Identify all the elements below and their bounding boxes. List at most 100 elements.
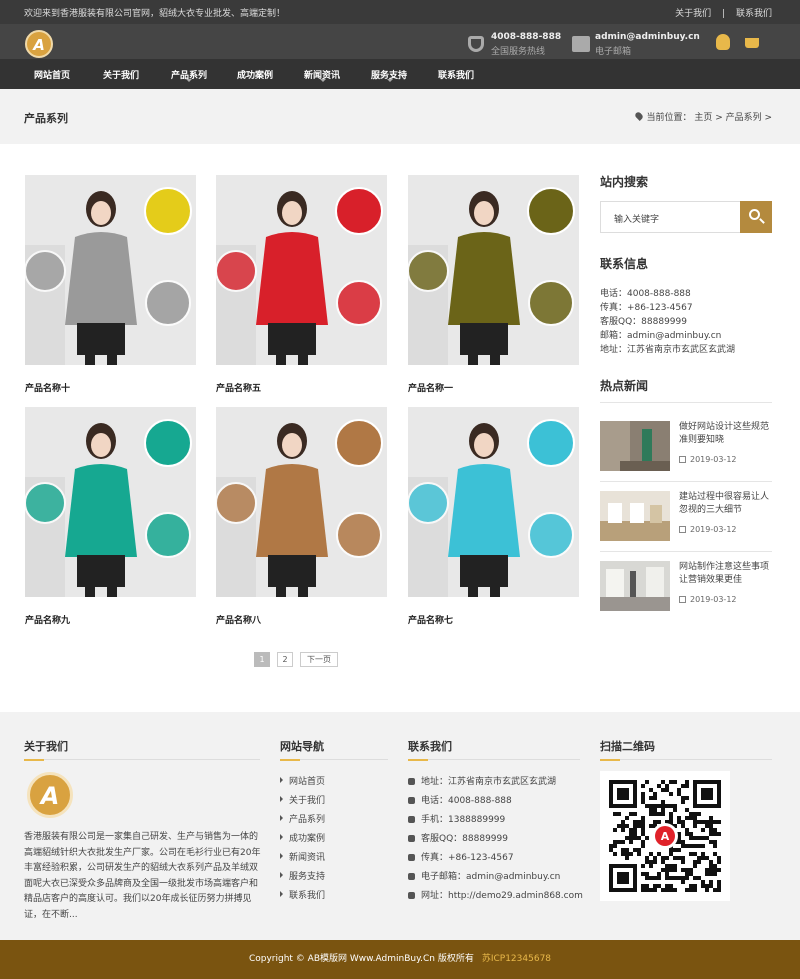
search-input[interactable]: 输入关键字 [614, 212, 659, 225]
welcome-text: 欢迎来到香港服装有限公司官网，貂绒大衣专业批发、高端定制！ [24, 9, 286, 19]
svg-text:A: A [661, 830, 670, 843]
map-marker-icon [408, 778, 415, 785]
footer-nav-label[interactable]: 产品系列 [289, 815, 325, 825]
arrow-right-icon [280, 796, 283, 802]
footer-about-line [44, 759, 260, 760]
footer-contact-text[interactable]: 电子邮箱：admin@adminbuy.cn [421, 872, 560, 882]
news-title[interactable]: 网站制作注意这些事项让营销效果更佳 [679, 561, 774, 587]
nav-service-caret-icon [387, 79, 393, 82]
calendar-icon [679, 596, 686, 603]
footer-about-title: 关于我们 [24, 740, 68, 753]
product-name[interactable]: 产品名称九 [25, 613, 70, 626]
calendar-icon [679, 456, 686, 463]
icp-link[interactable]: 苏ICP12345678 [482, 954, 551, 964]
product-image[interactable] [216, 407, 387, 597]
calendar-icon [679, 526, 686, 533]
footer-about-text: 香港服装有限公司是一家集自己研发、生产与销售为一体的高端貂绒针织大衣批发生产厂家… [24, 832, 261, 920]
footer-nav-label[interactable]: 关于我们 [289, 796, 325, 806]
footer-nav-item[interactable]: 成功案例 [280, 831, 325, 844]
product-image[interactable] [25, 407, 196, 597]
footer-nav-item[interactable]: 新闻资讯 [280, 850, 325, 863]
news-thumbnail[interactable] [600, 421, 670, 471]
footer-contact-text: 客服QQ：88889999 [421, 834, 508, 844]
breadcrumb-text[interactable]: 当前位置： 主页 > 产品系列 > [646, 113, 772, 123]
hot-news-title: 热点新闻 [600, 379, 649, 393]
search-button[interactable] [740, 201, 772, 233]
product-name[interactable]: 产品名称七 [408, 613, 453, 626]
footer-contact-text[interactable]: 网址：http://demo29.admin868.com [421, 891, 583, 901]
product-card[interactable]: 产品名称九 [25, 407, 196, 626]
nav-about[interactable]: 关于我们 [103, 68, 139, 81]
cart-icon[interactable] [745, 38, 759, 48]
arrow-right-icon [280, 853, 283, 859]
footer-nav-item[interactable]: 关于我们 [280, 793, 325, 806]
product-card[interactable]: 产品名称一 [408, 175, 579, 394]
footer-nav-item[interactable]: 产品系列 [280, 812, 325, 825]
next-page-button[interactable]: 下一页 [300, 652, 338, 667]
qr-code: A [600, 771, 730, 901]
arrow-right-icon [280, 777, 283, 783]
news-item[interactable]: 建站过程中很容易让人忽视的三大细节 2019-03-12 [600, 491, 772, 543]
location-pin-icon [634, 111, 645, 121]
news-divider [600, 481, 772, 482]
footer-contact-fax: 传真：+86-123-4567 [408, 850, 514, 863]
footer-nav-label[interactable]: 成功案例 [289, 834, 325, 844]
nav-contact[interactable]: 联系我们 [438, 68, 474, 81]
news-title[interactable]: 建站过程中很容易让人忽视的三大细节 [679, 491, 774, 517]
footer-nav-item[interactable]: 服务支持 [280, 869, 325, 882]
news-thumbnail[interactable] [600, 561, 670, 611]
product-name[interactable]: 产品名称八 [216, 613, 261, 626]
nav-home[interactable]: 网站首页 [34, 68, 70, 81]
page-1-button[interactable]: 1 [254, 652, 270, 667]
search-icon-handle [759, 218, 765, 224]
contact-fax: 传真：+86-123-4567 [600, 303, 693, 313]
footer-nav-label[interactable]: 新闻资讯 [289, 853, 325, 863]
contact-address: 地址：江苏省南京市玄武区玄武湖 [600, 345, 736, 355]
arrow-right-icon [280, 815, 283, 821]
footer-nav-item[interactable]: 联系我们 [280, 888, 325, 901]
product-image[interactable] [408, 175, 579, 365]
email-address: admin@adminbuy.cn [595, 32, 700, 42]
product-image[interactable] [25, 175, 196, 365]
product-name[interactable]: 产品名称十 [25, 381, 70, 394]
news-item[interactable]: 网站制作注意这些事项让营销效果更佳 2019-03-12 [600, 561, 772, 613]
footer-nav-title: 网站导航 [280, 740, 324, 753]
footer-about-underline [24, 759, 44, 761]
news-date-text: 2019-03-12 [690, 525, 737, 534]
product-name[interactable]: 产品名称五 [216, 381, 261, 394]
page-2-button[interactable]: 2 [277, 652, 293, 667]
product-name[interactable]: 产品名称一 [408, 381, 453, 394]
footer-nav-label[interactable]: 服务支持 [289, 872, 325, 882]
footer-nav-label[interactable]: 网站首页 [289, 777, 325, 787]
footer-contact-mobile: 手机：1388889999 [408, 812, 505, 825]
news-date: 2019-03-12 [679, 595, 737, 604]
site-logo[interactable]: A [25, 30, 53, 58]
product-card[interactable]: 产品名称五 [216, 175, 387, 394]
news-title[interactable]: 做好网站设计这些规范准则要知晓 [679, 421, 774, 447]
footer: 关于我们 A 香港服装有限公司是一家集自己研发、生产与销售为一体的高端貂绒针织大… [0, 712, 800, 940]
top-link-about[interactable]: 关于我们 [675, 9, 711, 19]
top-link-contact[interactable]: 联系我们 [736, 9, 772, 19]
footer-nav-item[interactable]: 网站首页 [280, 774, 325, 787]
news-item[interactable]: 做好网站设计这些规范准则要知晓 2019-03-12 [600, 421, 772, 473]
nav-cases[interactable]: 成功案例 [237, 68, 273, 81]
product-image[interactable] [408, 407, 579, 597]
news-divider [600, 551, 772, 552]
hotline-label: 全国服务热线 [491, 47, 546, 57]
email-label: 电子邮箱 [595, 47, 632, 57]
product-card[interactable]: 产品名称八 [216, 407, 387, 626]
contact-info-title: 联系信息 [600, 257, 649, 271]
product-card[interactable]: 产品名称七 [408, 407, 579, 626]
page-title-band: 产品系列 当前位置： 主页 > 产品系列 > [0, 89, 800, 144]
footer-contact-website: 网址：http://demo29.admin868.com [408, 888, 583, 901]
news-thumbnail[interactable] [600, 491, 670, 541]
qq-icon[interactable] [716, 34, 730, 50]
news-date: 2019-03-12 [679, 455, 737, 464]
footer-logo[interactable]: A [27, 772, 73, 818]
news-date-text: 2019-03-12 [690, 455, 737, 464]
footer-qr-line [620, 759, 772, 760]
product-card[interactable]: 产品名称十 [25, 175, 196, 394]
footer-qr-title: 扫描二维码 [600, 740, 655, 753]
footer-nav-label[interactable]: 联系我们 [289, 891, 325, 901]
product-image[interactable] [216, 175, 387, 365]
